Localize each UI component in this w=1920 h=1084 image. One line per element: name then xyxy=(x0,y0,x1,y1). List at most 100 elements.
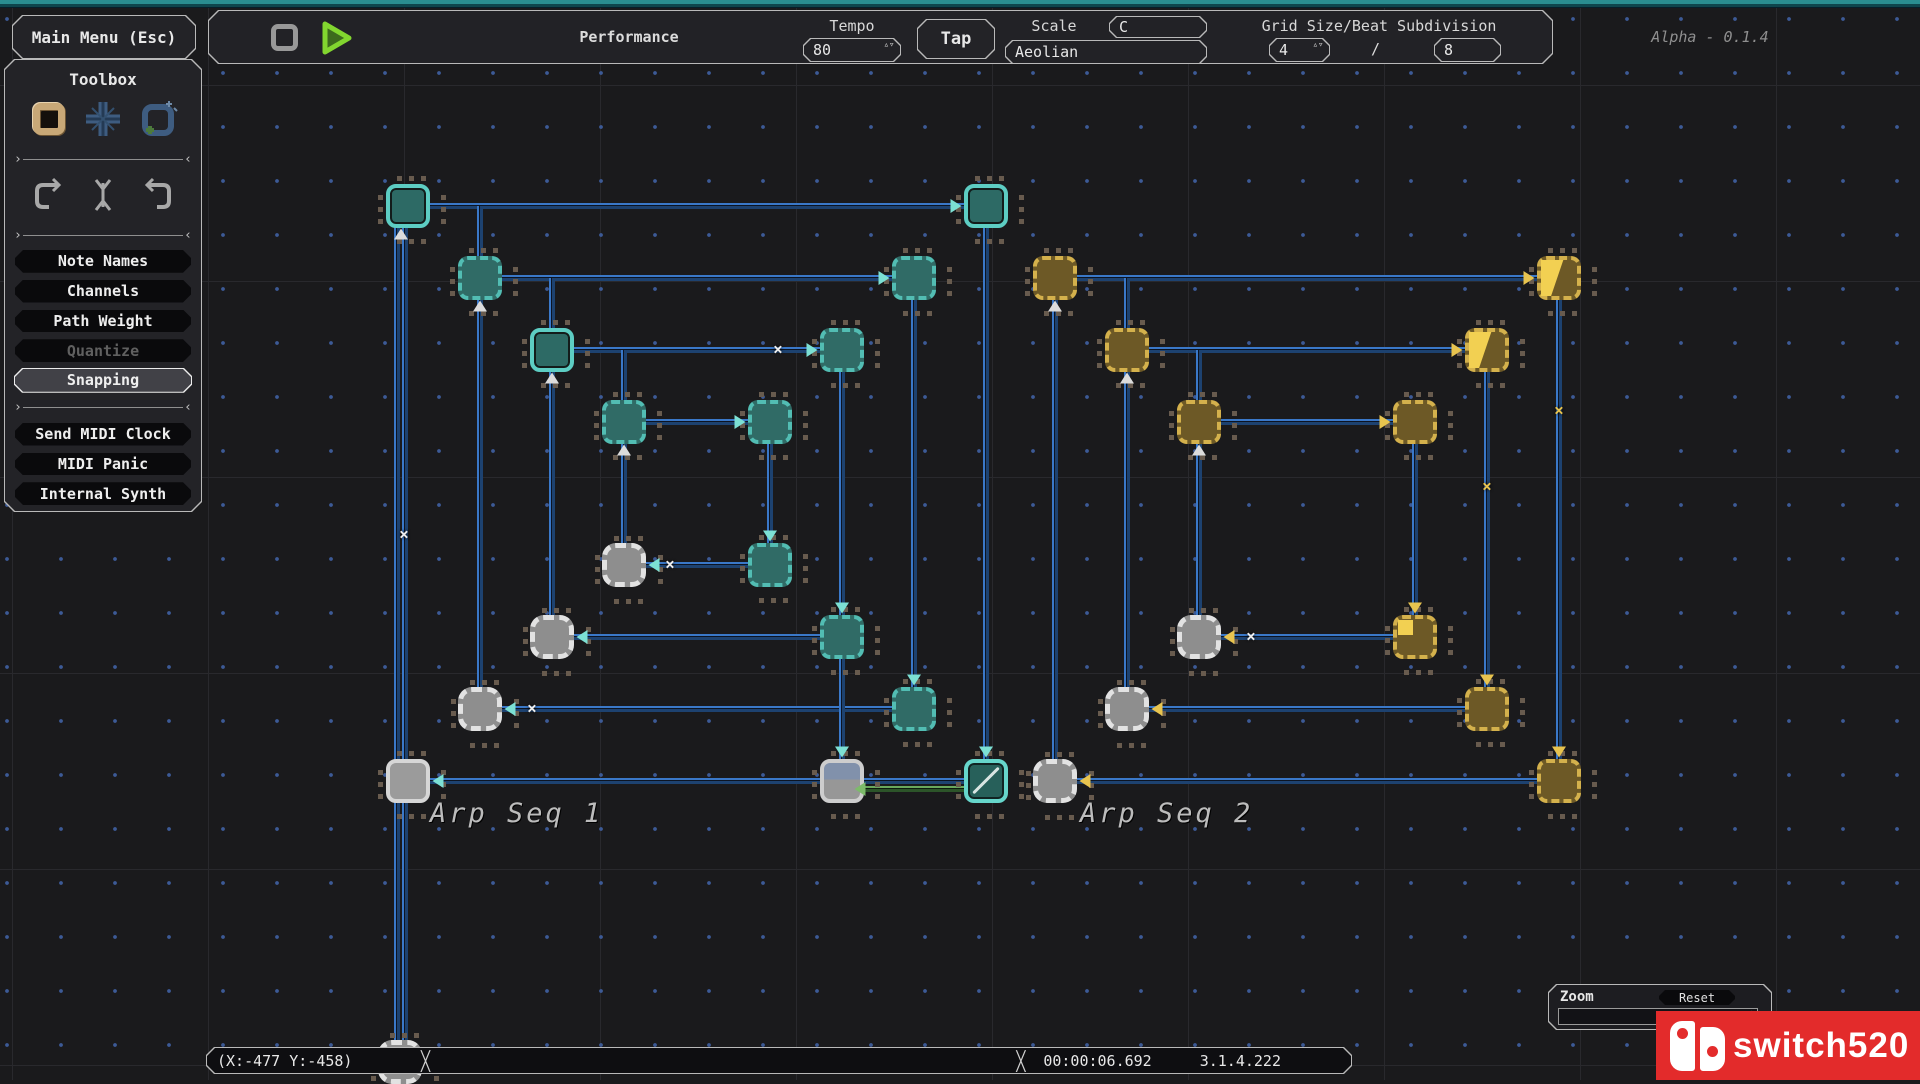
sequencer-node-teal-dash[interactable] xyxy=(748,400,792,444)
sequencer-node-teal-dash[interactable] xyxy=(458,256,502,300)
edge-arrow-icon xyxy=(1380,415,1391,429)
sequencer-node-gray-blue[interactable] xyxy=(820,759,864,803)
redo-icon xyxy=(137,175,177,215)
sequencer-node-gold-active[interactable] xyxy=(1537,256,1581,300)
grid-size-spinner[interactable]: ▵▿ xyxy=(1312,41,1324,49)
sequencer-node-teal-dash[interactable] xyxy=(892,256,936,300)
connection-edge xyxy=(408,203,986,209)
tempo-input[interactable]: 80 ▵▿ xyxy=(803,38,901,62)
node-tool-button[interactable] xyxy=(27,97,71,141)
tap-button[interactable]: Tap xyxy=(917,19,995,59)
grid-slash: / xyxy=(1371,40,1380,58)
connection-edge xyxy=(408,778,986,784)
sequencer-node-gold-dash[interactable] xyxy=(1537,759,1581,803)
edge-arrow-icon xyxy=(951,199,962,213)
redo-button[interactable] xyxy=(135,173,179,217)
cursor-coords: (X:-477 Y:-458) xyxy=(217,1052,417,1070)
sequencer-node-teal-dash[interactable] xyxy=(748,543,792,587)
connection-edge xyxy=(1556,278,1562,781)
merge-button[interactable] xyxy=(81,173,125,217)
edge-arrow-icon xyxy=(433,774,444,788)
toggle-path-weight[interactable]: Path Weight xyxy=(14,309,192,334)
edge-arrow-icon xyxy=(1080,774,1091,788)
edge-arrow-icon xyxy=(855,782,866,796)
grid-size-input[interactable]: 4 ▵▿ xyxy=(1269,38,1330,62)
edge-arrow-icon xyxy=(1452,343,1463,357)
merge-icon xyxy=(83,175,123,215)
status-bar: (X:-477 Y:-458) ╳ ╳ 00:00:06.692 3.1.4.2… xyxy=(206,1047,1352,1074)
mute-mark-icon[interactable]: × xyxy=(1482,477,1492,496)
connection-edge xyxy=(1055,275,1559,281)
sequencer-node-gray-scallop[interactable] xyxy=(1033,759,1077,803)
sequencer-node-teal-solid[interactable] xyxy=(530,328,574,372)
sequencer-node-teal-dash[interactable] xyxy=(820,615,864,659)
undo-icon xyxy=(29,175,69,215)
sequencer-node-teal-solid[interactable] xyxy=(386,184,430,228)
connection-edge xyxy=(1052,278,1058,781)
scale-mode-select[interactable]: Aeolian xyxy=(1005,40,1207,64)
edge-arrow-icon xyxy=(1048,301,1062,312)
stop-button[interactable] xyxy=(271,24,298,51)
separator: ›‹ xyxy=(14,229,192,241)
main-menu-button[interactable]: Main Menu (Esc) xyxy=(12,15,196,59)
sequencer-node-gray-scallop[interactable] xyxy=(458,687,502,731)
mute-mark-icon[interactable]: × xyxy=(773,340,783,359)
mute-mark-icon[interactable]: × xyxy=(1554,401,1564,420)
connection-edge xyxy=(480,275,914,281)
statusbar-divider: ╳ xyxy=(1016,1049,1025,1072)
connection-edge xyxy=(1055,778,1559,784)
edge-arrow-icon xyxy=(763,531,777,542)
connection-edge xyxy=(852,786,978,792)
sequencer-node-teal-dash[interactable] xyxy=(892,687,936,731)
connection-edge xyxy=(394,206,400,1062)
transport-toolbar: Performance Tempo 80 ▵▿ Tap Scale C Aeol… xyxy=(208,10,1553,64)
mute-mark-icon[interactable]: × xyxy=(1246,627,1256,646)
sequencer-node-gray-scallop[interactable] xyxy=(1105,687,1149,731)
toggle-note-names[interactable]: Note Names xyxy=(14,249,192,274)
sequencer-node-gray-scallop[interactable] xyxy=(530,615,574,659)
switch-logo-icon xyxy=(1670,1021,1695,1071)
toggle-snapping[interactable]: Snapping xyxy=(14,368,192,393)
sequencer-node-teal-dash[interactable] xyxy=(602,400,646,444)
sequencer-node-gold-corner[interactable] xyxy=(1393,615,1437,659)
sequencer-node-gold-active[interactable] xyxy=(1465,328,1509,372)
midi-panic-button[interactable]: MIDI Panic xyxy=(14,452,192,477)
connection-edge xyxy=(552,634,842,640)
mute-mark-icon[interactable]: × xyxy=(665,555,675,574)
scale-key-select[interactable]: C xyxy=(1109,16,1207,38)
sequencer-node-gold-dash[interactable] xyxy=(1393,400,1437,444)
playback-time: 00:00:06.692 xyxy=(1043,1052,1151,1070)
sequencer-node-gold-dash[interactable] xyxy=(1105,328,1149,372)
scale-label: Scale xyxy=(1019,17,1089,35)
add-node-tool-icon xyxy=(136,98,178,140)
toggle-channels[interactable]: Channels xyxy=(14,279,192,304)
tempo-spinner[interactable]: ▵▿ xyxy=(883,41,895,49)
switch-logo-icon xyxy=(1700,1027,1725,1071)
send-midi-clock-button[interactable]: Send MIDI Clock xyxy=(14,422,192,447)
beat-subdivision-select[interactable]: 8 xyxy=(1434,38,1501,62)
connection-edge xyxy=(839,350,845,781)
zoom-reset-button[interactable]: Reset xyxy=(1659,990,1735,1005)
internal-synth-button[interactable]: Internal Synth xyxy=(14,481,192,506)
play-button[interactable] xyxy=(317,19,355,57)
connect-tool-button[interactable] xyxy=(81,97,125,141)
sequencer-node-gold-dash[interactable] xyxy=(1465,687,1509,731)
node-tool-icon xyxy=(33,103,65,135)
sequencer-node-gold-dash[interactable] xyxy=(1177,400,1221,444)
node-canvas[interactable]: ×××××××Arp Seq 1Arp Seq 2 xyxy=(0,0,1920,1080)
edge-arrow-icon xyxy=(649,558,660,572)
sequencer-node-gray-scallop[interactable] xyxy=(602,543,646,587)
mute-mark-icon[interactable]: × xyxy=(527,699,537,718)
watermark-text: switch520 xyxy=(1733,1026,1909,1066)
sequencer-node-gray-scallop[interactable] xyxy=(1177,615,1221,659)
sequencer-node-teal-dash[interactable] xyxy=(820,328,864,372)
sequencer-node-teal-solid[interactable] xyxy=(964,184,1008,228)
edge-arrow-icon xyxy=(835,747,849,758)
sequence-label: Arp Seq 2 xyxy=(1080,798,1253,829)
add-node-tool-button[interactable] xyxy=(135,97,179,141)
sequencer-node-gray-solid[interactable] xyxy=(386,759,430,803)
mute-mark-icon[interactable]: × xyxy=(399,525,409,544)
sequencer-node-gold-dash[interactable] xyxy=(1033,256,1077,300)
sequencer-node-teal-sel[interactable] xyxy=(964,759,1008,803)
undo-button[interactable] xyxy=(27,173,71,217)
